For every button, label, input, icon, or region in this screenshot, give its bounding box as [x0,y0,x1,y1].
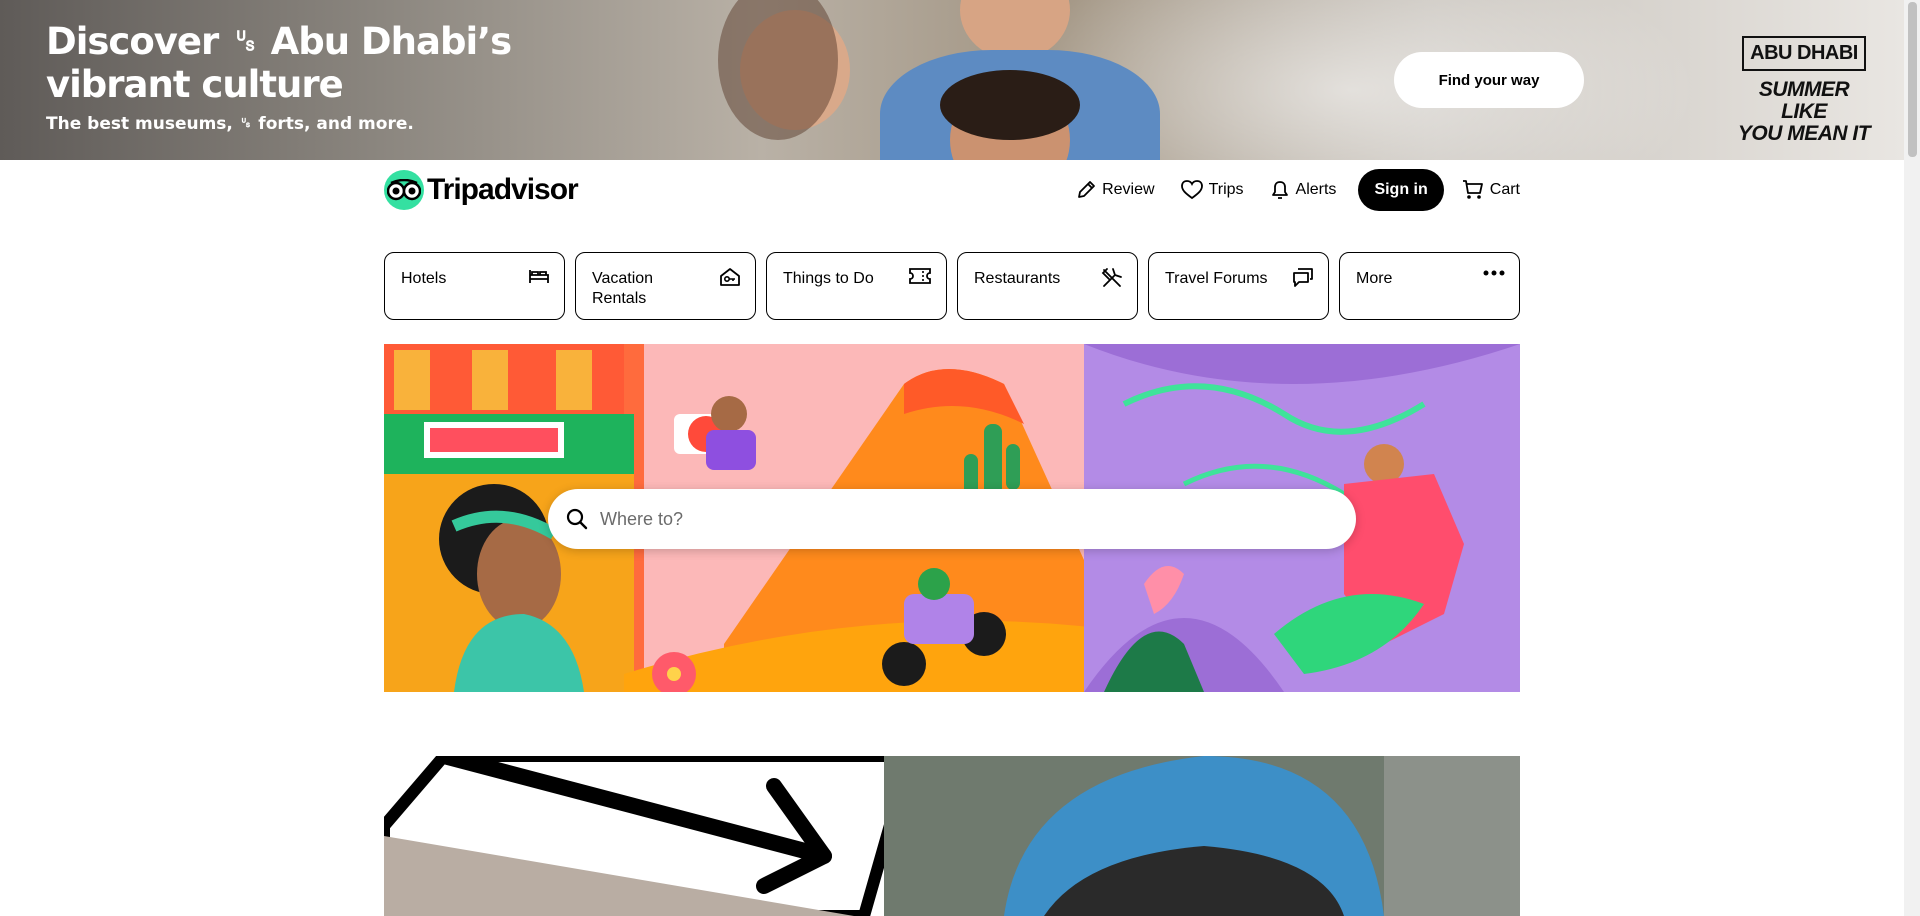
trips-link[interactable]: Trips [1180,180,1244,200]
alerts-link[interactable]: Alerts [1270,179,1337,201]
ad-brand-tagline: SUMMER LIKE YOU MEAN IT [1734,79,1874,145]
logo-wordmark: Tripadvisor [427,173,579,206]
header-nav: Review Trips Alerts Sign in Cart [1050,168,1520,212]
ad-brand-name: ABU DHABI [1742,36,1866,71]
chat-icon [1293,268,1313,287]
tab-restaurants-label: Restaurants [974,270,1061,287]
alerts-label: Alerts [1295,181,1337,198]
review-label: Review [1102,181,1155,198]
search-bar[interactable] [548,489,1356,549]
ad-headline: Discover ␟ Abu Dhabi’s vibrant culture [46,20,512,106]
tripadvisor-logo[interactable]: Tripadvisor [384,170,579,210]
scrollbar-thumb[interactable] [1908,2,1917,157]
pencil-icon [1078,181,1095,198]
secondary-promo-image [384,756,1520,916]
ad-brand-logo: ABU DHABI SUMMER LIKE YOU MEAN IT [1734,36,1874,145]
page-scrollbar[interactable] [1904,0,1920,916]
more-dots-icon [1483,270,1505,276]
tab-more[interactable]: More [1339,252,1520,320]
ad-subline: The best museums, ␟ forts, and more. [46,114,414,134]
site-header: Tripadvisor Review Trips Alerts Sign in … [384,168,1520,212]
cart-label: Cart [1489,181,1520,198]
tab-things-to-do[interactable]: Things to Do [766,252,947,320]
search-icon [566,508,588,530]
tab-hotels-label: Hotels [401,270,447,287]
bed-icon [529,270,549,283]
heart-icon [1180,180,1203,200]
hero-banner [384,344,1520,692]
sign-in-button[interactable]: Sign in [1358,169,1444,211]
tab-vacation-rentals[interactable]: Vacation Rentals [575,252,756,320]
search-input[interactable] [598,507,1298,531]
ad-banner[interactable]: Discover ␟ Abu Dhabi’s vibrant culture T… [0,0,1904,160]
ad-photo-boy-hair [940,70,1080,140]
tab-restaurants[interactable]: Restaurants [957,252,1138,320]
tab-travel-forums-label: Travel Forums [1165,270,1268,287]
bell-icon [1271,181,1288,199]
ad-headline-line2: vibrant culture [46,63,344,106]
cart-link[interactable]: Cart [1462,179,1520,201]
tab-more-label: More [1356,270,1393,287]
secondary-promo[interactable] [384,756,1520,916]
ad-brand-tag-line1: SUMMER LIKE [1758,78,1850,123]
ad-brand-tag-line2: YOU MEAN IT [1737,122,1871,145]
tab-travel-forums[interactable]: Travel Forums [1148,252,1329,320]
tab-vacation-rentals-label: Vacation Rentals [592,270,654,307]
utensils-icon [1101,268,1122,287]
review-link[interactable]: Review [1076,180,1155,200]
cart-icon [1462,180,1483,199]
owl-logo-icon [384,170,424,210]
ticket-icon [909,268,931,284]
house-key-icon [720,268,740,286]
ad-cta-button[interactable]: Find your way [1394,52,1584,108]
category-tabs: Hotels Vacation Rentals Things to Do Res… [384,252,1521,320]
tab-things-to-do-label: Things to Do [783,270,874,287]
tab-hotels[interactable]: Hotels [384,252,565,320]
ad-headline-line1: Discover ␟ Abu Dhabi’s [46,20,512,63]
trips-label: Trips [1208,181,1244,198]
